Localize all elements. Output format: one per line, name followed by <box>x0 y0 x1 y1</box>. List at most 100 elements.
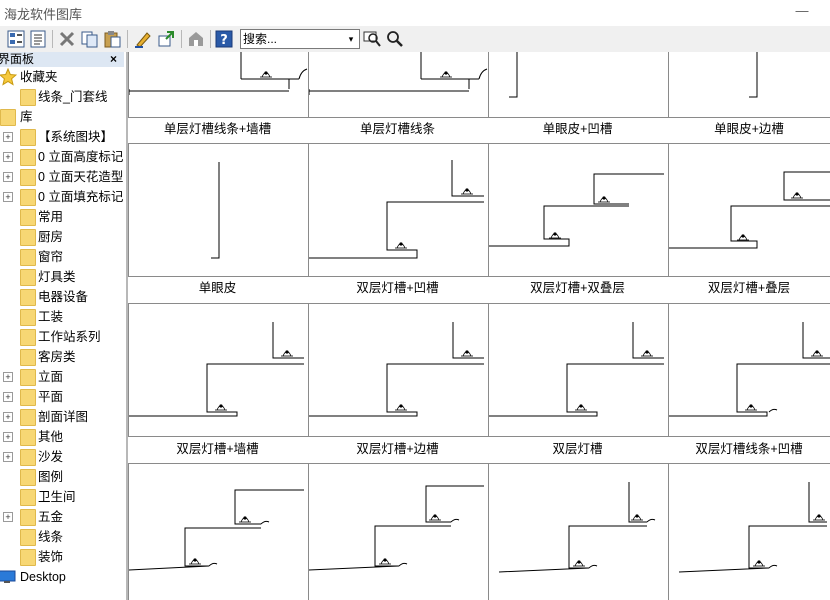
tree-item[interactable]: + 【系统图块】 <box>0 127 126 147</box>
tree-item[interactable]: 工装 <box>0 307 126 327</box>
search-input[interactable] <box>243 31 339 47</box>
expand-icon[interactable]: + <box>3 392 13 402</box>
search-icon[interactable] <box>385 29 405 49</box>
tree-item[interactable]: 客房类 <box>0 347 126 367</box>
copy-icon[interactable] <box>80 29 100 49</box>
tree-item-label: 沙发 <box>38 450 64 464</box>
folder-icon <box>20 489 36 506</box>
block-caption: 单层灯槽线条 <box>359 122 435 136</box>
block-thumbnail[interactable] <box>668 143 830 277</box>
folder-icon <box>20 449 36 466</box>
close-icon[interactable]: × <box>110 52 117 66</box>
delete-icon[interactable] <box>57 29 77 49</box>
block-thumbnail[interactable] <box>668 463 830 600</box>
tree-item[interactable]: + 沙发 <box>0 447 126 467</box>
tree-item-label: 线条 <box>38 530 64 544</box>
block-thumbnail[interactable] <box>308 303 489 437</box>
tree-item[interactable]: +0 立面高度标记 <box>0 147 126 167</box>
tree-item[interactable]: 常用 <box>0 207 126 227</box>
expand-icon[interactable]: + <box>3 152 13 162</box>
tree-item[interactable]: 线条 <box>0 527 126 547</box>
block-thumbnail[interactable] <box>308 143 489 277</box>
home-icon[interactable] <box>186 29 206 49</box>
tree-item[interactable]: 线条_门套线 <box>0 87 126 107</box>
tree-item[interactable]: +0 立面填充标记 <box>0 187 126 207</box>
expand-icon[interactable]: + <box>3 512 13 522</box>
tree-item[interactable]: 窗帘 <box>0 247 126 267</box>
tree-item-label: 库 <box>20 110 33 124</box>
tree-item-label: 0 立面高度标记 <box>38 150 124 164</box>
insert-block-icon[interactable] <box>156 29 176 49</box>
expand-icon[interactable]: + <box>3 452 13 462</box>
tree-item[interactable]: 灯具类 <box>0 267 126 287</box>
help-icon[interactable]: ? <box>214 29 234 49</box>
tree-item-label: Desktop <box>20 570 66 584</box>
folder-icon <box>20 189 36 206</box>
block-thumbnail[interactable] <box>488 303 669 437</box>
tree-item[interactable]: 装饰 <box>0 547 126 567</box>
folder-icon <box>20 429 36 446</box>
block-thumbnail[interactable] <box>668 303 830 437</box>
tree-item[interactable]: + 剖面详图 <box>0 407 126 427</box>
folder-icon <box>20 89 36 106</box>
panel-header: 界面板 × <box>0 52 124 67</box>
search-options-icon[interactable] <box>362 29 382 49</box>
block-caption: 单眼皮+凹槽 <box>542 122 613 136</box>
title-bar: 海龙软件图库 — <box>0 0 830 24</box>
chevron-down-icon[interactable]: ▾ <box>344 30 358 48</box>
svg-text:?: ? <box>220 33 228 48</box>
block-thumbnail[interactable] <box>128 143 309 277</box>
expand-icon[interactable]: + <box>3 432 13 442</box>
expand-icon[interactable]: + <box>3 172 13 182</box>
tree-item[interactable]: +0 立面天花造型 <box>0 167 126 187</box>
tree-item[interactable]: 卫生间 <box>0 487 126 507</box>
tree-item-label: 【系统图块】 <box>38 130 114 144</box>
folder-icon <box>20 409 36 426</box>
expand-icon[interactable]: + <box>3 132 13 142</box>
block-thumbnail[interactable] <box>668 52 830 118</box>
tree-item[interactable]: 工作站系列 <box>0 327 126 347</box>
tree-item[interactable]: Desktop <box>0 567 126 587</box>
folder-icon <box>20 509 36 526</box>
block-caption: 双层灯槽+叠层 <box>707 281 791 295</box>
block-thumbnail[interactable] <box>308 52 489 118</box>
block-caption: 双层灯槽 <box>552 442 603 456</box>
tree-item[interactable]: 电器设备 <box>0 287 126 307</box>
folder-icon <box>20 169 36 186</box>
tree-item-label: 图例 <box>38 470 64 484</box>
expand-icon[interactable]: + <box>3 412 13 422</box>
tree-item[interactable]: 图例 <box>0 467 126 487</box>
expand-icon[interactable]: + <box>3 192 13 202</box>
block-thumbnail[interactable] <box>308 463 489 600</box>
block-thumbnail[interactable] <box>488 463 669 600</box>
minimize-button[interactable]: — <box>790 0 814 24</box>
library-panel: 界面板 × 收藏夹 线条_门套线库 + 【系统图块】 +0 立面高度标记 +0 立面天花造… <box>0 52 128 600</box>
folder-icon <box>20 469 36 486</box>
tree-item[interactable]: 厨房 <box>0 227 126 247</box>
search-combo[interactable]: ▾ <box>240 29 360 49</box>
thumbnail-gallery: 单层灯槽线条+墙槽 单层灯槽线条 单眼皮+凹槽 单眼皮+边槽 单眼皮 双层灯槽+凹槽 双层灯… <box>128 52 830 600</box>
folder-icon <box>20 529 36 546</box>
block-thumbnail[interactable] <box>488 143 669 277</box>
folder-icon <box>20 329 36 346</box>
expand-icon[interactable]: + <box>3 372 13 382</box>
edit-icon[interactable] <box>133 29 153 49</box>
folder-icon <box>20 229 36 246</box>
tree-view-icon[interactable] <box>6 29 26 49</box>
tree-item[interactable]: + 五金 <box>0 507 126 527</box>
block-thumbnail[interactable] <box>488 52 669 118</box>
paste-icon[interactable] <box>102 29 122 49</box>
block-thumbnail[interactable] <box>128 463 309 600</box>
folder-icon <box>20 349 36 366</box>
folder-icon <box>20 549 36 566</box>
tree-item-label: 灯具类 <box>38 270 76 284</box>
folder-icon <box>0 109 16 126</box>
block-thumbnail[interactable] <box>128 52 309 118</box>
list-view-icon[interactable] <box>28 29 48 49</box>
tree-item[interactable]: + 立面 <box>0 367 126 387</box>
tree-item[interactable]: + 其他 <box>0 427 126 447</box>
tree-item[interactable]: 库 <box>0 107 126 127</box>
block-thumbnail[interactable] <box>128 303 309 437</box>
tree-item[interactable]: 收藏夹 <box>0 67 126 87</box>
tree-item[interactable]: + 平面 <box>0 387 126 407</box>
